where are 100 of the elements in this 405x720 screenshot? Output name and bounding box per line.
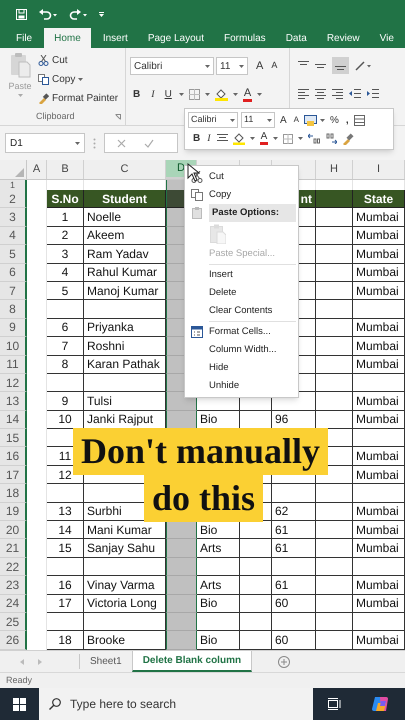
column-header[interactable]: B	[47, 160, 84, 179]
windows-logo-icon[interactable]	[13, 698, 26, 710]
menu-item[interactable]: Column Width...	[209, 342, 277, 358]
row-number[interactable]: 6	[0, 264, 27, 282]
copilot-icon[interactable]	[372, 695, 390, 713]
caret-icon[interactable]	[273, 137, 278, 140]
italic-button[interactable]: I	[206, 131, 212, 146]
row-number[interactable]: 3	[0, 208, 27, 227]
row-number[interactable]: 16	[0, 447, 27, 466]
caret-icon[interactable]	[205, 64, 210, 68]
caret-icon[interactable]	[178, 93, 184, 96]
menu-item[interactable]: Clear Contents	[209, 304, 272, 318]
decrease-font-button[interactable]: A	[268, 59, 280, 73]
row-number[interactable]: 13	[0, 392, 27, 411]
row-number[interactable]: 23	[0, 576, 27, 595]
row-number[interactable]: 20	[0, 521, 27, 540]
align-left-icon[interactable]	[298, 88, 309, 99]
font-size-field[interactable]: 11	[241, 112, 275, 128]
ribbon-tab[interactable]: Insert	[94, 28, 136, 48]
row-number[interactable]: 9	[0, 318, 27, 338]
column-header[interactable]: H	[316, 160, 353, 179]
sheet-tab[interactable]: Sheet1	[80, 651, 132, 672]
borders-icon[interactable]	[283, 134, 294, 144]
row-number[interactable]: 1	[0, 180, 27, 190]
bottom-align-button[interactable]	[332, 57, 349, 74]
menu-item[interactable]: Insert	[209, 268, 233, 282]
name-box[interactable]: D1	[5, 133, 85, 153]
font-field[interactable]: Calibri	[130, 57, 214, 75]
borders-icon[interactable]	[188, 89, 200, 100]
ribbon-tab[interactable]: Page Layout	[140, 28, 212, 48]
drag-handle-icon[interactable]	[93, 138, 96, 148]
row-number[interactable]: 15	[0, 429, 27, 448]
row-number[interactable]: 8	[0, 300, 27, 319]
row-number[interactable]: 2	[0, 190, 27, 208]
italic-button[interactable]: I	[148, 87, 158, 102]
caret-icon[interactable]	[320, 118, 326, 122]
row-number[interactable]: 26	[0, 631, 27, 650]
brush-icon[interactable]	[342, 132, 354, 144]
ribbon-tab[interactable]: Vie	[372, 28, 402, 48]
percent-button[interactable]: %	[328, 112, 341, 128]
ribbon-tab[interactable]: Home	[44, 28, 91, 48]
row-number[interactable]: 17	[0, 466, 27, 484]
search-field[interactable]: Type here to search	[39, 688, 313, 720]
caret-icon[interactable]	[239, 64, 244, 68]
font-field[interactable]: Calibri	[188, 112, 238, 128]
caret-icon[interactable]	[78, 78, 84, 81]
caret-icon[interactable]	[232, 93, 238, 96]
ribbon-tab[interactable]: Data	[278, 28, 315, 48]
dialog-launcher-icon[interactable]	[115, 114, 121, 120]
row-number[interactable]: 14	[0, 410, 27, 430]
caret-icon[interactable]	[267, 118, 272, 122]
bold-button[interactable]: B	[130, 87, 144, 102]
row-number[interactable]: 7	[0, 282, 27, 300]
menu-item[interactable]: Copy	[209, 188, 232, 202]
menu-item[interactable]: Format Cells...	[209, 324, 271, 340]
cut-button[interactable]: Cut	[52, 53, 68, 68]
caret-icon[interactable]	[298, 137, 304, 140]
copy-button[interactable]: Copy	[52, 72, 76, 87]
font-color-button[interactable]: A	[242, 88, 252, 102]
align-center-icon[interactable]	[315, 88, 326, 99]
align-right-icon[interactable]	[332, 88, 343, 99]
column-header[interactable]: A	[27, 160, 47, 179]
cell-styles-icon[interactable]	[304, 114, 318, 126]
font-color-button[interactable]: A	[260, 132, 268, 145]
row-number[interactable]: 21	[0, 539, 27, 558]
row-number[interactable]: 22	[0, 558, 27, 576]
format-table-icon[interactable]	[354, 114, 365, 126]
row-number[interactable]: 19	[0, 502, 27, 522]
search-icon[interactable]	[49, 698, 61, 710]
align-center-icon[interactable]	[216, 133, 228, 144]
increase-font-button[interactable]: A	[278, 112, 289, 128]
add-sheet-icon[interactable]	[278, 656, 290, 668]
caret-icon[interactable]	[257, 93, 262, 96]
ribbon-tab[interactable]: Formulas	[216, 28, 274, 48]
row-number[interactable]: 25	[0, 612, 27, 632]
menu-item[interactable]: Cut	[209, 170, 224, 184]
caret-icon[interactable]	[204, 93, 210, 96]
fill-color-icon[interactable]	[214, 88, 228, 101]
save-icon[interactable]	[16, 8, 27, 20]
increase-font-button[interactable]: A	[253, 58, 266, 74]
scissors-icon[interactable]	[38, 55, 49, 66]
row-number[interactable]: 4	[0, 226, 27, 246]
caret-icon[interactable]	[75, 142, 80, 144]
ribbon-tab[interactable]: File	[8, 28, 40, 48]
orientation-icon[interactable]	[355, 60, 371, 71]
task-view-icon[interactable]	[328, 698, 342, 710]
menu-item[interactable]: Unhide	[209, 378, 240, 394]
ribbon-tab[interactable]: Review	[318, 28, 368, 48]
row-number[interactable]: 24	[0, 594, 27, 613]
undo-icon[interactable]	[39, 8, 57, 20]
row-number[interactable]: 11	[0, 356, 27, 374]
caret-icon[interactable]	[250, 137, 255, 140]
underline-button[interactable]: U	[162, 87, 174, 102]
bold-button[interactable]: B	[192, 131, 202, 146]
row-number[interactable]: 12	[0, 374, 27, 392]
decrease-indent-icon[interactable]	[349, 88, 361, 99]
menu-item[interactable]: Hide	[209, 360, 229, 376]
row-number[interactable]: 18	[0, 484, 27, 503]
font-size-field[interactable]: 11	[216, 57, 248, 75]
decrease-decimal-icon[interactable]	[325, 133, 338, 144]
